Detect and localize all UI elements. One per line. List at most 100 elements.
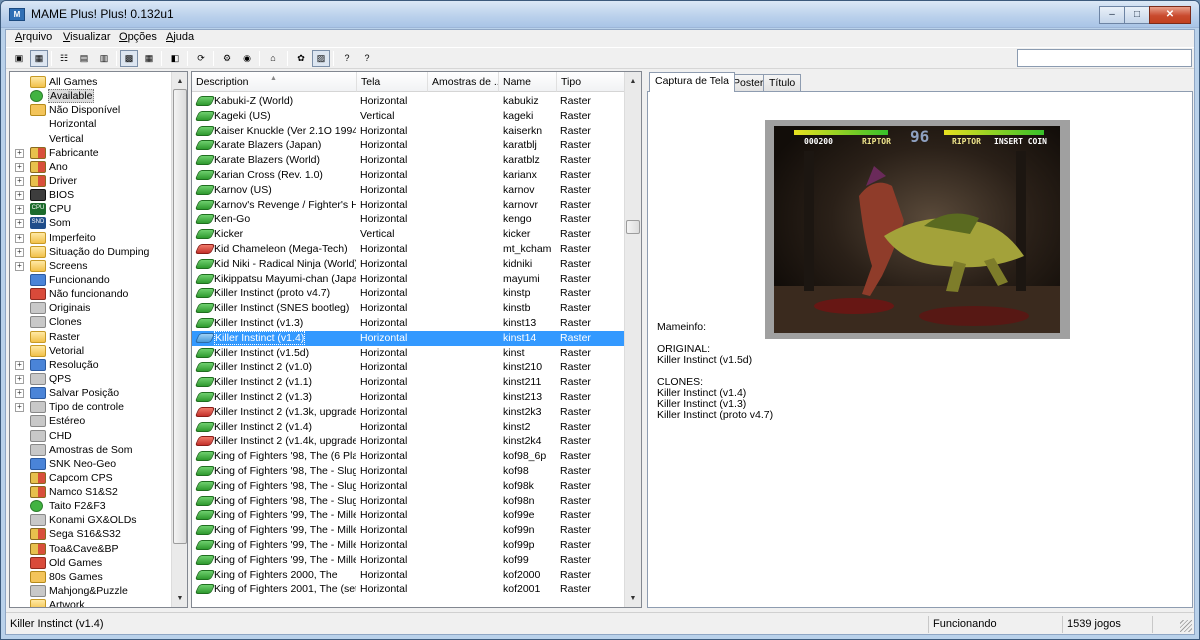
menu-opcoes[interactable]: Opções: [119, 31, 157, 43]
table-row[interactable]: Killer Instinct (v1.5d) Horizontal kinst Ra…: [192, 346, 624, 361]
table-row[interactable]: Karnov (US) Horizontal karnov Raster: [192, 183, 624, 198]
table-row[interactable]: Killer Instinct (v1.4) Horizontal kinst14 R…: [192, 330, 624, 346]
about-icon[interactable]: ?: [358, 50, 376, 67]
expand-icon[interactable]: +: [15, 148, 24, 158]
tree-item[interactable]: Originais: [10, 301, 173, 315]
table-row[interactable]: King of Fighters 2001, The (set 1) Horizo…: [192, 582, 624, 597]
table-row[interactable]: Kikippatsu Mayumi-chan (Japan) Horizontal…: [192, 272, 624, 287]
table-row[interactable]: King of Fighters '98, The - Slugf... Hori…: [192, 464, 624, 479]
menu-ajuda[interactable]: Ajuda: [166, 31, 194, 43]
table-row[interactable]: Ken-Go Horizontal kengo Raster: [192, 212, 624, 227]
play-icon[interactable]: ◉: [238, 50, 256, 67]
view-large-icons-icon[interactable]: ▣: [10, 50, 28, 67]
table-row[interactable]: King of Fighters '98, The - Slugf... Hori…: [192, 494, 624, 509]
tree-item[interactable]: Namco S1&S2: [10, 485, 173, 499]
tree-item[interactable]: + Screens: [10, 259, 173, 273]
image-toggle-icon[interactable]: ▨: [312, 50, 330, 67]
table-row[interactable]: King of Fighters '99, The - Mille... Hori…: [192, 508, 624, 523]
tree-item[interactable]: Funcionando: [10, 273, 173, 287]
expand-icon[interactable]: +: [15, 389, 24, 399]
tree-item[interactable]: Não Disponível: [10, 103, 173, 117]
expand-icon[interactable]: +: [15, 403, 24, 413]
expand-icon[interactable]: +: [15, 360, 24, 370]
tab-captura-de-tela[interactable]: Captura de Tela: [649, 72, 735, 92]
menu-arquivo[interactable]: Arquivo: [15, 31, 52, 43]
tree-item[interactable]: + Ano: [10, 160, 173, 174]
expand-icon[interactable]: +: [15, 205, 24, 215]
tree-item[interactable]: + Resolução: [10, 358, 173, 372]
tree-item[interactable]: 80s Games: [10, 570, 173, 584]
tree-item[interactable]: Artwork: [10, 598, 173, 607]
scroll-up-icon[interactable]: ▲: [625, 74, 641, 90]
tree-item[interactable]: Mahjong&Puzzle: [10, 584, 173, 598]
scroll-down-icon[interactable]: ▼: [172, 591, 187, 607]
menu-visualizar[interactable]: Visualizar: [63, 31, 111, 43]
expand-icon[interactable]: +: [15, 176, 24, 186]
table-row[interactable]: Kageki (US) Vertical kageki Raster: [192, 109, 624, 124]
tree-item[interactable]: Raster: [10, 330, 173, 344]
view-grouped-icon[interactable]: ▥: [95, 50, 113, 67]
view-details-icon[interactable]: ▤: [75, 50, 93, 67]
tree-item[interactable]: Taito F2&F3: [10, 499, 173, 513]
table-row[interactable]: Killer Instinct (SNES bootleg) Horizontal…: [192, 301, 624, 316]
expand-icon[interactable]: +: [15, 261, 24, 271]
table-row[interactable]: Killer Instinct 2 (v1.1) Horizontal kinst2…: [192, 375, 624, 390]
table-row[interactable]: King of Fighters 2000, The Horizontal kof2…: [192, 568, 624, 583]
tree-item[interactable]: + SND Som: [10, 216, 173, 230]
table-row[interactable]: Karian Cross (Rev. 1.0) Horizontal karianx…: [192, 168, 624, 183]
folder-tree-scrollbar[interactable]: ▲ ▼: [171, 72, 187, 607]
game-list[interactable]: Description ▲ Tela Amostras de ... Name …: [191, 71, 642, 608]
tree-item[interactable]: + BIOS: [10, 188, 173, 202]
close-button[interactable]: ✕: [1149, 6, 1191, 24]
tree-item[interactable]: + Tipo de controle: [10, 400, 173, 414]
table-row[interactable]: Kaiser Knuckle (Ver 2.1O 1994... Horizont…: [192, 124, 624, 139]
table-row[interactable]: Killer Instinct 2 (v1.3) Horizontal kinst2…: [192, 390, 624, 405]
minimize-button[interactable]: –: [1099, 6, 1125, 24]
tree-item[interactable]: Vertical: [10, 132, 173, 146]
tree-item[interactable]: Toa&Cave&BP: [10, 542, 173, 556]
tree-item[interactable]: CHD: [10, 429, 173, 443]
table-row[interactable]: King of Fighters '98, The (6 Play... Hori…: [192, 449, 624, 464]
expand-icon[interactable]: +: [15, 219, 24, 229]
folder-tree[interactable]: All Games Available Não Disponível Horizont…: [9, 71, 188, 608]
scroll-down-icon[interactable]: ▼: [625, 591, 641, 607]
help-icon[interactable]: ?: [338, 50, 356, 67]
toggle-folders-icon[interactable]: ◧: [166, 50, 184, 67]
table-row[interactable]: Kabuki-Z (World) Horizontal kabukiz Raster: [192, 94, 624, 109]
scroll-thumb[interactable]: [173, 89, 187, 544]
expand-icon[interactable]: +: [15, 247, 24, 257]
tree-item[interactable]: + CPU CPU: [10, 202, 173, 216]
column-header-description[interactable]: Description ▲: [192, 72, 357, 92]
tree-item[interactable]: + Fabricante: [10, 146, 173, 160]
search-input[interactable]: [1017, 49, 1192, 67]
table-row[interactable]: Kid Niki - Radical Ninja (World) Horizont…: [192, 257, 624, 272]
table-row[interactable]: King of Fighters '99, The - Mille... Hori…: [192, 553, 624, 568]
tree-item[interactable]: SNK Neo-Geo: [10, 457, 173, 471]
table-row[interactable]: King of Fighters '99, The - Mille... Hori…: [192, 538, 624, 553]
table-row[interactable]: Killer Instinct 2 (v1.4k, upgrade ... Hor…: [192, 434, 624, 449]
table-row[interactable]: Karnov's Revenge / Fighter's H... Horizon…: [192, 198, 624, 213]
tree-item[interactable]: Sega S16&S32: [10, 527, 173, 541]
scroll-thumb[interactable]: [626, 220, 640, 234]
tree-item[interactable]: + QPS: [10, 372, 173, 386]
audit-icon[interactable]: ✿: [292, 50, 310, 67]
tree-item[interactable]: + Driver: [10, 174, 173, 188]
table-row[interactable]: Killer Instinct (v1.3) Horizontal kinst13 R…: [192, 316, 624, 331]
tree-item[interactable]: All Games: [10, 75, 173, 89]
column-header-samples[interactable]: Amostras de ...: [428, 72, 499, 92]
expand-icon[interactable]: +: [15, 374, 24, 384]
view-report-icon[interactable]: ▩: [120, 50, 138, 67]
table-row[interactable]: Killer Instinct 2 (v1.4) Horizontal kinst2…: [192, 420, 624, 435]
refresh-icon[interactable]: ⟳: [192, 50, 210, 67]
tree-item[interactable]: + Situação do Dumping: [10, 245, 173, 259]
tree-item[interactable]: Old Games: [10, 556, 173, 570]
maximize-button[interactable]: □: [1124, 6, 1150, 24]
table-row[interactable]: King of Fighters '98, The - Slugf... Hori…: [192, 479, 624, 494]
home-icon[interactable]: ⌂: [264, 50, 282, 67]
table-row[interactable]: Killer Instinct (proto v4.7) Horizontal ki…: [192, 286, 624, 301]
tab-titulo[interactable]: Título: [763, 74, 802, 91]
table-row[interactable]: Killer Instinct 2 (v1.3k, upgrade ... Hor…: [192, 405, 624, 420]
column-header-tipo[interactable]: Tipo: [557, 72, 625, 92]
options-icon[interactable]: ⚙: [218, 50, 236, 67]
tree-item[interactable]: Horizontal: [10, 117, 173, 131]
